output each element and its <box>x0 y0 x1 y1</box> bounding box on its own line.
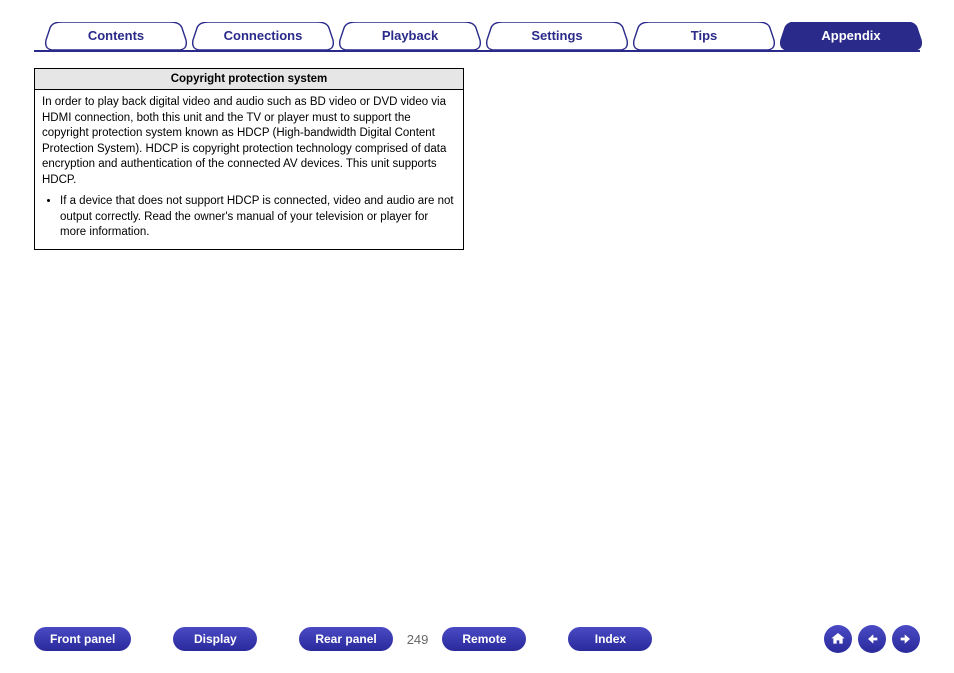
copyright-box-title: Copyright protection system <box>35 69 463 90</box>
tab-label: Connections <box>224 28 303 43</box>
home-icon <box>830 631 846 647</box>
display-button[interactable]: Display <box>173 627 257 651</box>
arrow-right-icon <box>898 631 914 647</box>
tab-label: Contents <box>88 28 144 43</box>
tab-appendix[interactable]: Appendix <box>777 22 925 50</box>
tab-label: Playback <box>382 28 438 43</box>
front-panel-button[interactable]: Front panel <box>34 627 131 651</box>
remote-button[interactable]: Remote <box>442 627 526 651</box>
tab-tips[interactable]: Tips <box>630 22 778 50</box>
index-button[interactable]: Index <box>568 627 652 651</box>
tab-label: Tips <box>691 28 718 43</box>
tab-playback[interactable]: Playback <box>336 22 484 50</box>
tab-connections[interactable]: Connections <box>189 22 337 50</box>
top-tabs: Contents Connections Playback Settings T… <box>34 22 920 52</box>
tab-label: Appendix <box>821 28 880 43</box>
copyright-box: Copyright protection system In order to … <box>34 68 464 250</box>
copyright-box-body: In order to play back digital video and … <box>35 90 463 249</box>
arrow-left-icon <box>864 631 880 647</box>
home-button[interactable] <box>824 625 852 653</box>
rear-panel-button[interactable]: Rear panel <box>299 627 392 651</box>
copyright-bullet: If a device that does not support HDCP i… <box>60 194 456 241</box>
copyright-paragraph: In order to play back digital video and … <box>42 95 456 188</box>
bottom-bar: Front panel Display Rear panel 249 Remot… <box>34 625 920 653</box>
tab-contents[interactable]: Contents <box>42 22 190 50</box>
tab-settings[interactable]: Settings <box>483 22 631 50</box>
prev-page-button[interactable] <box>858 625 886 653</box>
page-number: 249 <box>393 632 443 647</box>
tab-label: Settings <box>531 28 582 43</box>
next-page-button[interactable] <box>892 625 920 653</box>
